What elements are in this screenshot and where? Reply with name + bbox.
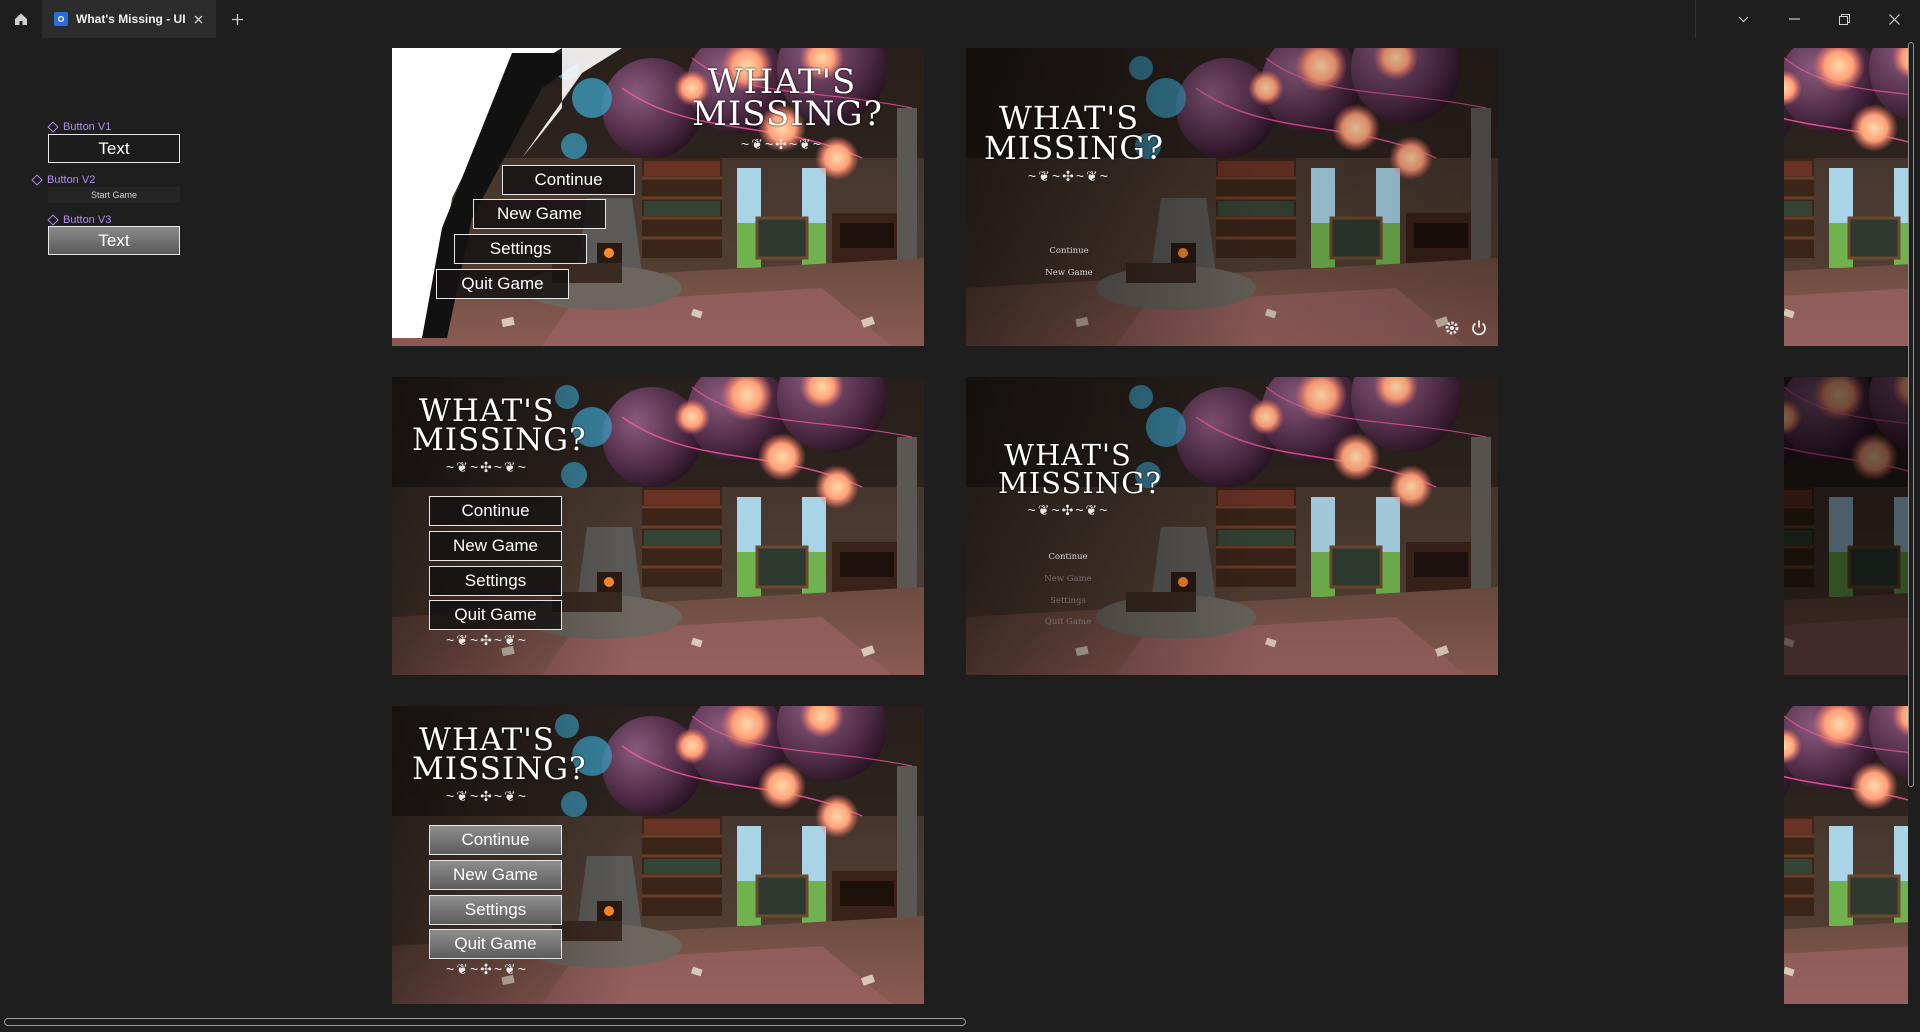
logo-line-2: MISSING?	[692, 94, 883, 135]
continue-text-button[interactable]: Continue	[1008, 552, 1128, 562]
settings-text-button[interactable]: Settings	[1008, 596, 1128, 606]
settings-button[interactable]: Settings	[429, 895, 562, 925]
close-icon[interactable]	[190, 11, 206, 27]
settings-button[interactable]: Settings	[454, 234, 587, 264]
tab-list-button[interactable]	[1718, 0, 1768, 38]
gear-icon[interactable]	[1442, 318, 1462, 338]
menu-flourish-bottom: ~❦~✣~❦~	[446, 632, 528, 648]
dark-overlay	[1784, 377, 1908, 675]
logo-line-2: MISSING?	[984, 129, 1165, 168]
new-game-text-button[interactable]: New Game	[1009, 268, 1129, 278]
horizontal-scrollbar[interactable]	[4, 1018, 966, 1026]
game-logo: WHAT'S MISSING?	[692, 65, 883, 135]
game-scene-background	[1784, 48, 1908, 346]
game-logo: WHAT'S MISSING?	[412, 395, 587, 459]
component-label-text: Button V2	[47, 174, 96, 186]
button-v3-component[interactable]: Text	[48, 226, 180, 255]
menu-flourish-bottom: ~❦~✣~❦~	[446, 961, 528, 977]
dark-overlay	[966, 377, 1498, 675]
quit-game-button[interactable]: Quit Game	[429, 929, 562, 959]
restore-button[interactable]	[1819, 0, 1869, 38]
game-logo: WHAT'S MISSING?	[998, 441, 1162, 500]
home-icon	[15, 13, 27, 25]
menu-frame-5[interactable]: WHAT'S MISSING? ~❦~✣~❦~ Continue New Gam…	[392, 706, 924, 1004]
button-v2-component[interactable]: Start Game	[48, 187, 180, 203]
continue-button[interactable]: Continue	[429, 825, 562, 855]
power-icon[interactable]	[1469, 318, 1489, 338]
new-game-button[interactable]: New Game	[429, 531, 562, 561]
minimize-button[interactable]	[1769, 0, 1819, 38]
component-icon	[47, 121, 59, 133]
minimize-icon	[1788, 18, 1800, 20]
settings-button[interactable]: Settings	[429, 566, 562, 596]
restore-icon	[1838, 13, 1850, 25]
logo-line-2: MISSING?	[412, 422, 587, 459]
figma-file-icon	[54, 12, 68, 26]
new-tab-button[interactable]	[222, 0, 252, 38]
game-logo: WHAT'S MISSING?	[412, 724, 587, 788]
game-logo: WHAT'S MISSING?	[984, 102, 1165, 168]
menu-frame-2[interactable]: WHAT'S MISSING? ~❦~✣~❦~ Continue New Gam…	[966, 48, 1498, 346]
tab-whats-missing-ui[interactable]: What's Missing - UI	[42, 0, 216, 38]
component-label-text: Button V3	[63, 214, 112, 226]
plus-icon	[231, 13, 243, 25]
titlebar-divider	[1695, 0, 1696, 38]
chevron-down-icon	[1738, 16, 1748, 22]
logo-line-2: MISSING?	[998, 465, 1162, 500]
logo-line-2: MISSING?	[412, 751, 587, 788]
vertical-scrollbar[interactable]	[1908, 42, 1914, 787]
partial-frame-right-3[interactable]	[1784, 706, 1908, 1004]
logo-flourish-top: ~❦~✣~❦~	[446, 788, 528, 804]
component-label-button-v1[interactable]: Button V1	[47, 121, 112, 133]
logo-flourish-top: ~❦~✣~❦~	[446, 459, 528, 475]
quit-game-button[interactable]: Quit Game	[429, 600, 562, 630]
new-game-button[interactable]: New Game	[429, 860, 562, 890]
menu-frame-1[interactable]: WHAT'S MISSING? ~❦~✣~❦~ Continue New Gam…	[392, 48, 924, 346]
partial-frame-right-2[interactable]	[1784, 377, 1908, 675]
logo-flourish: ~❦~✣~❦~	[1027, 502, 1110, 518]
logo-flourish: ~❦~✣~❦~	[741, 136, 823, 152]
game-scene-background	[1784, 706, 1908, 1004]
component-icon	[47, 214, 59, 226]
close-window-icon	[1888, 13, 1900, 25]
component-label-button-v2[interactable]: Button V2	[31, 174, 96, 186]
continue-button[interactable]: Continue	[429, 496, 562, 526]
menu-frame-4[interactable]: WHAT'S MISSING? ~❦~✣~❦~ Continue New Gam…	[966, 377, 1498, 675]
logo-flourish: ~❦~✣~❦~	[1028, 168, 1110, 184]
component-icon	[31, 174, 43, 186]
partial-frame-right-1[interactable]	[1784, 48, 1908, 346]
continue-text-button[interactable]: Continue	[1009, 246, 1129, 256]
close-window-button[interactable]	[1869, 0, 1919, 38]
new-game-text-button[interactable]: New Game	[1008, 574, 1128, 584]
title-bar: What's Missing - UI	[0, 0, 1920, 38]
component-label-text: Button V1	[63, 121, 112, 133]
new-game-button[interactable]: New Game	[473, 199, 606, 229]
quit-game-text-button[interactable]: Quit Game	[1008, 617, 1128, 627]
component-label-button-v3[interactable]: Button V3	[47, 214, 112, 226]
home-button[interactable]	[4, 0, 38, 38]
quit-game-button[interactable]: Quit Game	[436, 269, 569, 299]
dark-overlay	[966, 48, 1498, 346]
tab-title: What's Missing - UI	[76, 12, 186, 26]
menu-frame-3[interactable]: WHAT'S MISSING? ~❦~✣~❦~ Continue New Gam…	[392, 377, 924, 675]
continue-button[interactable]: Continue	[502, 165, 635, 195]
button-v1-component[interactable]: Text	[48, 134, 180, 163]
